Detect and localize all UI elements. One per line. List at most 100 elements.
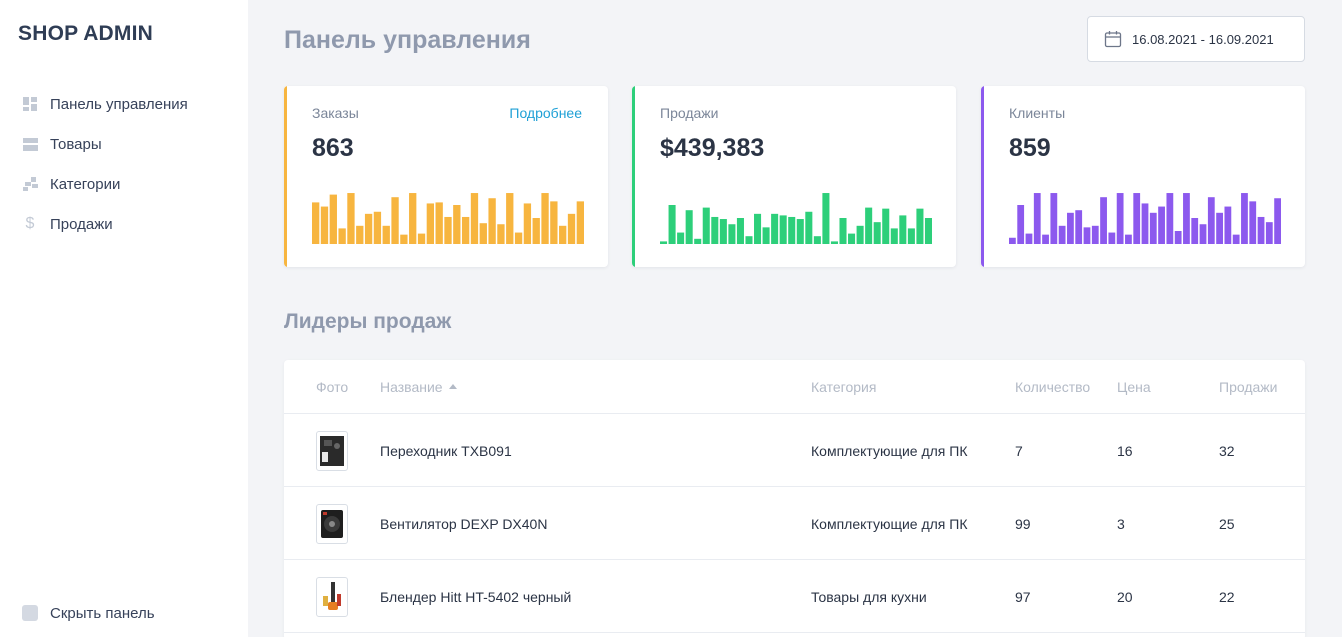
sparkline-bar bbox=[873, 222, 881, 244]
column-header-photo: Фото bbox=[316, 379, 349, 395]
sidebar-item-label: Товары bbox=[50, 135, 102, 153]
sparkline-bar bbox=[1199, 224, 1207, 244]
blender-image bbox=[316, 577, 348, 617]
sparkline-bar bbox=[916, 208, 924, 244]
sparkline-bar bbox=[488, 198, 496, 244]
categories-icon bbox=[22, 176, 38, 192]
dashboard-icon bbox=[22, 96, 38, 112]
dollar-icon: $ bbox=[25, 215, 35, 232]
sparkline-bar bbox=[1009, 237, 1016, 244]
sparkline-bar bbox=[1183, 193, 1190, 244]
product-quantity: 99 bbox=[1015, 516, 1031, 532]
product-sales: 25 bbox=[1219, 516, 1235, 532]
brand-logo[interactable]: SHOP ADMIN bbox=[18, 22, 153, 46]
table-row[interactable]: Блендер Hitt HT-5402 черный Товары для к… bbox=[284, 560, 1305, 633]
column-header-sales[interactable]: Продажи bbox=[1219, 379, 1277, 395]
card-accent bbox=[632, 86, 635, 267]
orders-card: Заказы Подробнее 863 bbox=[284, 86, 608, 267]
sparkline-bar bbox=[1125, 234, 1132, 244]
sidebar-item-products[interactable]: Товары bbox=[0, 124, 248, 164]
card-value: $439,383 bbox=[660, 134, 765, 162]
card-label: Заказы bbox=[312, 105, 359, 121]
sparkline-bar bbox=[907, 228, 915, 244]
sparkline-bar bbox=[1191, 218, 1199, 244]
sparkline-bar bbox=[400, 234, 408, 244]
sparkline-bar bbox=[788, 216, 796, 244]
product-category: Товары для кухни bbox=[811, 589, 927, 605]
table-row[interactable]: Переходник TXB091 Комплектующие для ПК 7… bbox=[284, 414, 1305, 487]
sparkline-bar bbox=[329, 194, 337, 244]
sparkline-bar bbox=[364, 213, 373, 244]
column-header-price[interactable]: Цена bbox=[1117, 379, 1151, 395]
adapter-image bbox=[316, 431, 348, 471]
sparkline-bar bbox=[373, 211, 382, 244]
sidebar-item-sales[interactable]: $ Продажи bbox=[0, 204, 248, 244]
collapse-sidebar-button[interactable]: Скрыть панель bbox=[0, 601, 248, 625]
product-sales: 32 bbox=[1219, 443, 1235, 459]
card-value: 859 bbox=[1009, 134, 1051, 162]
sparkline-bar bbox=[435, 202, 443, 244]
sparkline-bar bbox=[668, 205, 676, 244]
sparkline-bar bbox=[1042, 234, 1049, 244]
sparkline-bar bbox=[719, 219, 727, 244]
details-link[interactable]: Подробнее bbox=[509, 105, 582, 121]
page-title: Панель управления bbox=[284, 26, 531, 54]
product-price: 3 bbox=[1117, 516, 1125, 532]
sparkline-bar bbox=[426, 203, 435, 244]
column-header-category[interactable]: Категория bbox=[811, 379, 876, 395]
sparkline-bar bbox=[1033, 193, 1041, 244]
sparkline-bar bbox=[805, 211, 813, 244]
clients-sparkline bbox=[1009, 193, 1281, 244]
sparkline-bar bbox=[1174, 231, 1182, 244]
sparkline-bar bbox=[839, 218, 847, 244]
table-row[interactable]: Вентилятор DEXP DX40N Комплектующие для … bbox=[284, 487, 1305, 560]
sparkline-bar bbox=[356, 225, 364, 244]
sidebar: SHOP ADMIN Панель управления Товары Кате… bbox=[0, 0, 248, 637]
sort-asc-icon bbox=[448, 384, 457, 389]
fan-image bbox=[316, 504, 348, 544]
sparkline-bar bbox=[660, 241, 668, 244]
sparkline-bar bbox=[1067, 212, 1074, 244]
sparkline-bar bbox=[1257, 216, 1265, 244]
column-header-name[interactable]: Название bbox=[380, 379, 457, 395]
sparkline-bar bbox=[1207, 197, 1215, 244]
sparkline-bar bbox=[338, 228, 346, 244]
sparkline-bar bbox=[779, 215, 787, 244]
sidebar-item-label: Панель управления bbox=[50, 95, 188, 113]
sidebar-item-label: Категории bbox=[50, 175, 121, 193]
collapse-label: Скрыть панель bbox=[50, 604, 155, 622]
sparkline-bar bbox=[541, 193, 549, 244]
sparkline-bar bbox=[559, 225, 567, 244]
sparkline-bar bbox=[677, 232, 685, 244]
sparkline-bar bbox=[1274, 198, 1281, 244]
product-quantity: 97 bbox=[1015, 589, 1031, 605]
sidebar-item-categories[interactable]: Категории bbox=[0, 164, 248, 204]
sparkline-bar bbox=[1050, 193, 1058, 244]
sparkline-bar bbox=[771, 213, 779, 244]
sparkline-bar bbox=[523, 203, 532, 244]
sparkline-bar bbox=[1017, 205, 1025, 244]
sparkline-bar bbox=[736, 218, 744, 244]
column-header-quantity[interactable]: Количество bbox=[1015, 379, 1090, 395]
sidebar-nav: Панель управления Товары Категории $ Про… bbox=[0, 84, 248, 244]
sparkline-bar bbox=[1058, 225, 1066, 244]
collapse-icon bbox=[22, 605, 38, 621]
sparkline-bar bbox=[882, 208, 890, 244]
sparkline-bar bbox=[1232, 234, 1240, 244]
sparkline-bar bbox=[848, 233, 856, 244]
sparkline-bar bbox=[796, 219, 804, 244]
sparkline-bar bbox=[532, 218, 540, 244]
sparkline-bar bbox=[550, 201, 558, 244]
sparkline-bar bbox=[320, 206, 329, 244]
sparkline-bar bbox=[444, 216, 452, 244]
sparkline-bar bbox=[1241, 193, 1248, 244]
product-price: 16 bbox=[1117, 443, 1133, 459]
sparkline-bar bbox=[813, 236, 821, 244]
sparkline-bar bbox=[1075, 210, 1083, 244]
sidebar-item-dashboard[interactable]: Панель управления bbox=[0, 84, 248, 124]
sparkline-bar bbox=[1108, 232, 1116, 244]
sparkline-bar bbox=[822, 193, 830, 244]
date-range-picker[interactable]: 16.08.2021 - 16.09.2021 bbox=[1087, 16, 1305, 62]
card-accent bbox=[981, 86, 984, 267]
sparkline-bar bbox=[694, 238, 702, 244]
